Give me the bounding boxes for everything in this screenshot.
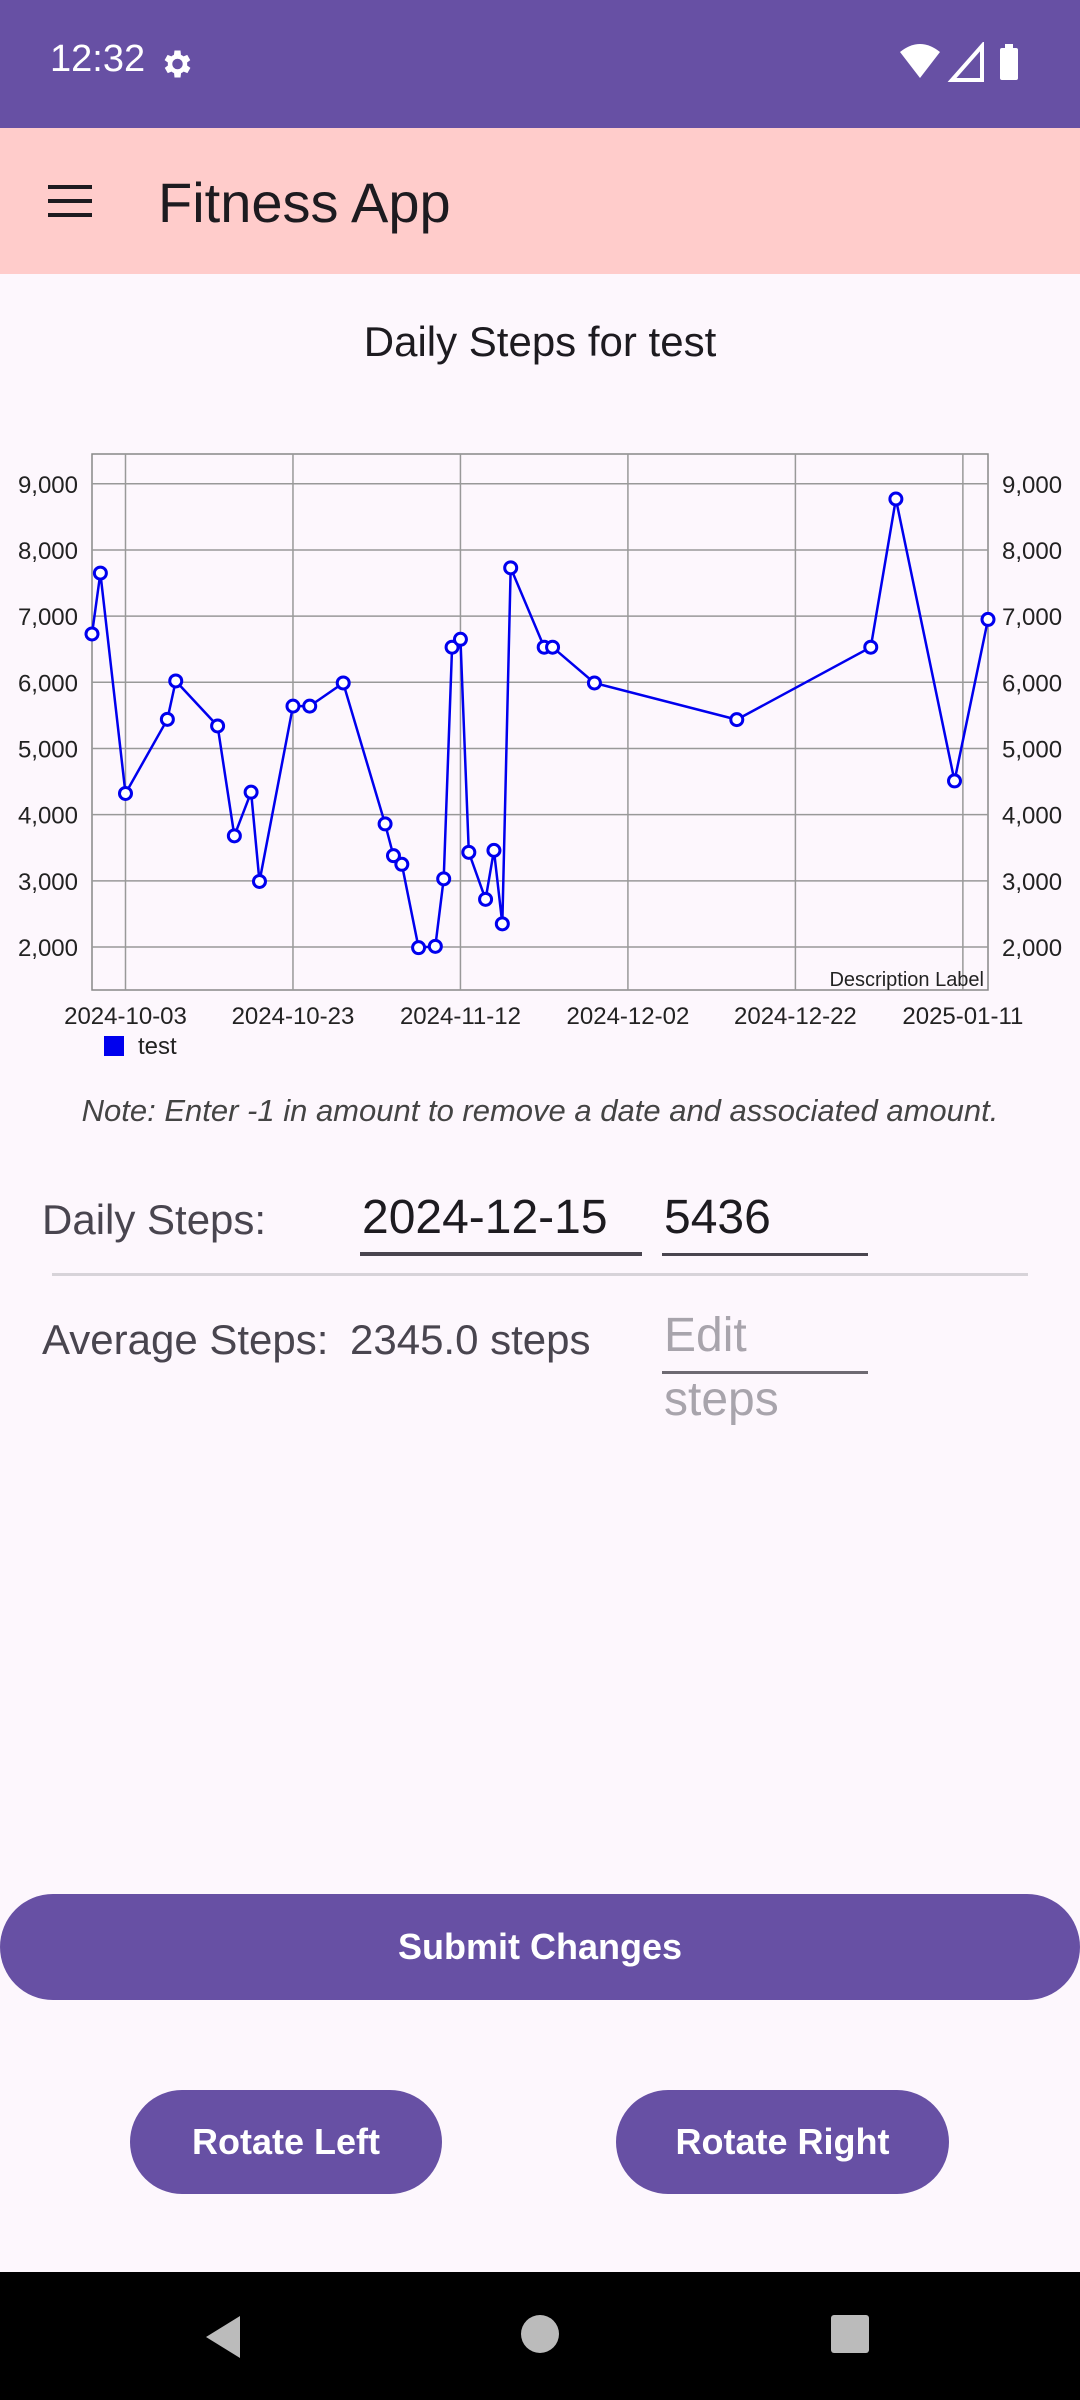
status-bar: 12:32 <box>0 0 1080 128</box>
navigation-bar <box>0 2272 1080 2400</box>
data-point <box>168 673 184 689</box>
data-point <box>478 891 494 907</box>
data-point <box>251 873 267 889</box>
battery-icon <box>1000 48 1018 80</box>
y-tick-label-left: 3,000 <box>18 869 78 896</box>
back-icon[interactable] <box>200 2312 248 2362</box>
x-tick-label: 2024-12-22 <box>734 1003 857 1030</box>
x-tick-label: 2024-12-02 <box>567 1003 690 1030</box>
data-point <box>545 639 561 655</box>
data-point <box>377 816 393 832</box>
data-point <box>117 785 133 801</box>
chart-title: Daily Steps for test <box>363 318 717 365</box>
data-point <box>243 784 259 800</box>
data-point <box>84 626 100 642</box>
data-point <box>210 718 226 734</box>
data-point <box>302 698 318 714</box>
gear-icon <box>164 50 191 78</box>
data-point <box>427 938 443 954</box>
app-bar: Fitness App <box>0 128 1080 274</box>
x-tick-label: 2024-10-03 <box>64 1003 187 1030</box>
edit-steps-input[interactable]: Edit steps <box>662 1304 868 1426</box>
data-point <box>394 856 410 872</box>
data-point <box>159 711 175 727</box>
x-tick-label: 2024-11-12 <box>400 1003 521 1030</box>
average-steps-value: 2345.0 steps <box>350 1316 591 1363</box>
y-tick-label-left: 2,000 <box>18 935 78 962</box>
data-point <box>947 773 963 789</box>
recents-icon[interactable] <box>830 2314 870 2354</box>
note-text: Note: Enter -1 in amount to remove a dat… <box>81 1093 999 1128</box>
daily-steps-label: Daily Steps: <box>42 1196 267 1243</box>
chart-description: Description Label <box>829 969 984 991</box>
menu-icon[interactable] <box>38 173 102 229</box>
status-icons <box>900 42 1018 82</box>
steps-chart[interactable]: 2,000 2,000 3,000 3,000 4,000 4,000 5,000 5,000… <box>0 420 1080 1080</box>
data-point <box>226 828 242 844</box>
data-point <box>503 560 519 576</box>
data-point <box>729 712 745 728</box>
y-tick-label-right: 2,000 <box>1002 935 1062 962</box>
y-tick-label-right: 7,000 <box>1002 604 1062 631</box>
data-point <box>863 639 879 655</box>
divider <box>52 1273 1028 1276</box>
rotate-right-button[interactable]: Rotate Right <box>616 2090 949 2194</box>
wifi-icon <box>900 44 940 78</box>
data-point <box>461 844 477 860</box>
y-tick-label-left: 6,000 <box>18 670 78 697</box>
data-point <box>586 675 602 691</box>
average-steps-label: Average Steps: <box>42 1316 329 1363</box>
y-tick-label-right: 3,000 <box>1002 869 1062 896</box>
rotate-left-button[interactable]: Rotate Left <box>130 2090 442 2194</box>
data-point <box>980 611 996 627</box>
y-tick-label-left: 5,000 <box>18 736 78 763</box>
y-tick-label-right: 5,000 <box>1002 736 1062 763</box>
y-tick-label-right: 6,000 <box>1002 670 1062 697</box>
data-point <box>452 631 468 647</box>
status-time: 12:32 <box>50 38 146 80</box>
date-input[interactable]: 2024-12-15 <box>360 1186 642 1256</box>
data-point <box>888 491 904 507</box>
plot-border <box>91 453 989 991</box>
data-point <box>92 565 108 581</box>
data-point <box>411 940 427 956</box>
signal-icon <box>947 42 984 82</box>
x-tick-label: 2024-10-23 <box>232 1003 355 1030</box>
data-point <box>285 698 301 714</box>
x-tick-label: 2025-01-11 <box>902 1003 1023 1030</box>
legend-label: test <box>138 1033 177 1060</box>
steps-amount-input[interactable]: 5436 <box>662 1186 868 1256</box>
y-tick-label-left: 7,000 <box>18 604 78 631</box>
legend-swatch <box>104 1036 124 1056</box>
home-icon[interactable] <box>520 2314 560 2354</box>
y-tick-label-left: 8,000 <box>18 538 78 565</box>
y-tick-label-left: 9,000 <box>18 472 78 499</box>
submit-changes-button[interactable]: Submit Changes <box>0 1894 1080 2000</box>
y-tick-label-right: 8,000 <box>1002 538 1062 565</box>
y-tick-label-right: 9,000 <box>1002 472 1062 499</box>
data-point <box>436 871 452 887</box>
data-point <box>486 842 502 858</box>
y-tick-label-right: 4,000 <box>1002 803 1062 830</box>
data-point <box>494 916 510 932</box>
data-point <box>335 675 351 691</box>
y-tick-label-left: 4,000 <box>18 803 78 830</box>
app-title: Fitness App <box>158 171 451 234</box>
